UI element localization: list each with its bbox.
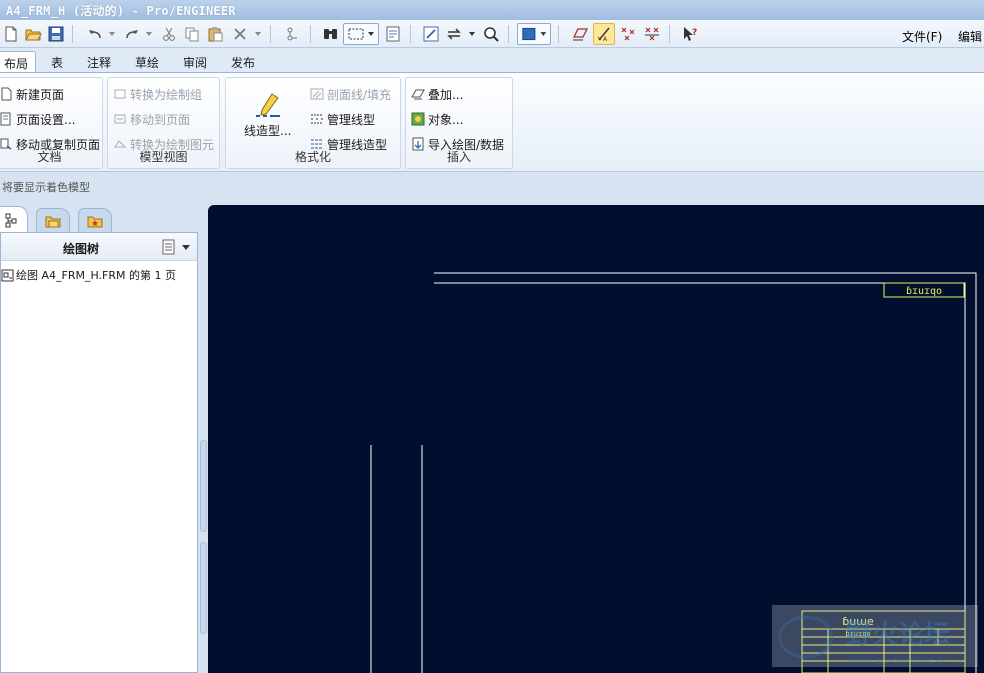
folder-browser-tab[interactable] [36, 208, 70, 232]
datum-points-icon[interactable] [617, 23, 639, 45]
tree-options-dropdown-icon [182, 245, 190, 250]
folder-browser-icon [45, 216, 61, 227]
svg-text:A: A [603, 36, 608, 43]
group-label-document: 文档 [37, 150, 62, 164]
model-tree-icon [5, 213, 17, 227]
tree-settings-icon [162, 239, 175, 255]
tree-options-button[interactable] [161, 238, 191, 256]
cut-icon[interactable] [158, 23, 180, 45]
graphics-window[interactable]: ɓɪuɪqo ɓuɯe ɓɪuɪqo 野火论坛 www.proewildfire… [208, 205, 984, 673]
group-insert: 叠加... 对象... 导入绘图/数据 插入 [405, 77, 513, 169]
group-format: 线造型... 剖面线/填充 管理线型 管理线造型 格式化 [225, 77, 401, 169]
tab-annotate[interactable]: 注释 [82, 51, 116, 72]
panel-splitter-handle[interactable] [200, 440, 207, 532]
find-icon[interactable] [320, 23, 342, 45]
display-style-button[interactable] [517, 23, 551, 45]
redo-icon[interactable] [121, 23, 143, 45]
tab-layout[interactable]: 布局 [0, 51, 36, 72]
tab-table[interactable]: 表 [44, 51, 70, 72]
drawing-group-icon [113, 87, 127, 101]
tab-sketch[interactable]: 草绘 [130, 51, 164, 72]
tab-publish[interactable]: 发布 [226, 51, 260, 72]
svg-text:?: ? [692, 28, 697, 38]
favorites-icon [87, 216, 103, 227]
new-file-icon[interactable] [0, 23, 22, 45]
window-title: A4_FRM_H (活动的) - Pro/ENGINEER [6, 4, 236, 18]
object-icon [411, 112, 425, 126]
group-model-view: 转换为绘制组 移动到页面 转换为绘制图元 模型视图 [107, 77, 220, 169]
delete-icon[interactable] [229, 23, 251, 45]
message-line: 将要显示着色模型 [2, 181, 90, 194]
model-tree-tab[interactable] [0, 206, 28, 232]
hatch-icon [310, 87, 324, 101]
linetype-icon [310, 112, 324, 126]
drawing-canvas[interactable]: ɓɪuɪqo ɓuɯe ɓɪuɪqo 野火论坛 www.proewildfire… [208, 205, 984, 673]
drawing-tree-header: 绘图树 [1, 233, 197, 261]
group-label-insert: 插入 [446, 150, 471, 164]
delete-dropdown-icon[interactable] [252, 23, 264, 45]
copy-icon[interactable] [181, 23, 203, 45]
watermark-text: 野火论坛 [846, 620, 950, 650]
drawing-page-icon [1, 269, 14, 281]
panel-splitter-handle-lower[interactable] [200, 542, 207, 634]
menu-edit[interactable]: 编辑 [958, 28, 982, 45]
overlay-button[interactable]: 叠加... [411, 85, 463, 103]
group-label-format: 格式化 [294, 150, 331, 164]
convert-to-drawing-group-button[interactable]: 转换为绘制组 [113, 85, 202, 103]
menu-file[interactable]: 文件(F) [902, 28, 942, 45]
manage-linetype-button[interactable]: 管理线型 [310, 110, 375, 128]
regenerate-icon[interactable] [282, 23, 304, 45]
title-bar: A4_FRM_H (活动的) - Pro/ENGINEER [0, 0, 984, 20]
tab-review[interactable]: 审阅 [178, 51, 212, 72]
corner-label-text: ɓɪuɪqo [906, 286, 942, 297]
watermark-url: www.proewildfire.cn [848, 655, 949, 666]
tree-item-drawing-page[interactable]: 绘图 A4_FRM_H.FRM 的第 1 页 [1, 267, 176, 283]
save-icon[interactable] [45, 23, 67, 45]
move-to-page-button[interactable]: 移动到页面 [113, 110, 190, 128]
hatch-fill-button[interactable]: 剖面线/填充 [310, 85, 391, 103]
group-label-model-view: 模型视图 [139, 150, 188, 164]
favorites-tab[interactable] [78, 208, 112, 232]
new-page-icon [0, 87, 13, 101]
page-setup-button[interactable]: 页面设置... [0, 110, 75, 128]
datum-planes-icon[interactable] [569, 23, 591, 45]
zoom-icon[interactable] [480, 23, 502, 45]
repaint-icon[interactable] [420, 23, 442, 45]
new-page-button[interactable]: 新建页面 [0, 85, 64, 103]
context-help-icon[interactable]: ? [679, 23, 701, 45]
redo-dropdown-icon[interactable] [143, 23, 155, 45]
open-folder-icon[interactable] [22, 23, 44, 45]
drawing-tree-title: 绘图树 [63, 242, 100, 256]
group-document: 新建页面 页面设置... 移动或复制页面 文档 [0, 77, 103, 169]
refit-dropdown-icon[interactable] [466, 23, 478, 45]
datum-axes-icon[interactable]: A [593, 23, 615, 45]
select-box-button[interactable] [343, 23, 379, 45]
overlay-icon [411, 87, 425, 101]
csys-icon[interactable] [641, 23, 663, 45]
undo-dropdown-icon[interactable] [106, 23, 118, 45]
navigator-tabs [0, 206, 200, 232]
line-style-icon [255, 93, 280, 117]
ribbon: 新建页面 页面设置... 移动或复制页面 文档 转换为绘制组 移动到页面 转换为… [0, 72, 984, 172]
page-setup-icon [0, 112, 13, 126]
select-list-icon[interactable] [382, 23, 404, 45]
ribbon-tabs: 布局 表 注释 草绘 审阅 发布 [0, 48, 984, 72]
line-style-button[interactable]: 线造型... [244, 90, 291, 139]
paste-icon[interactable] [204, 23, 226, 45]
object-button[interactable]: 对象... [411, 110, 463, 128]
move-to-page-icon [113, 112, 127, 126]
watermark: 野火论坛 www.proewildfire.cn [772, 605, 978, 667]
drawing-tree-panel: 绘图树 绘图 A4_FRM_H.FRM 的第 1 页 [0, 232, 198, 673]
undo-icon[interactable] [84, 23, 106, 45]
refit-icon[interactable] [443, 23, 465, 45]
quick-access-toolbar: A ? 文件(F) 编辑 [0, 20, 984, 48]
